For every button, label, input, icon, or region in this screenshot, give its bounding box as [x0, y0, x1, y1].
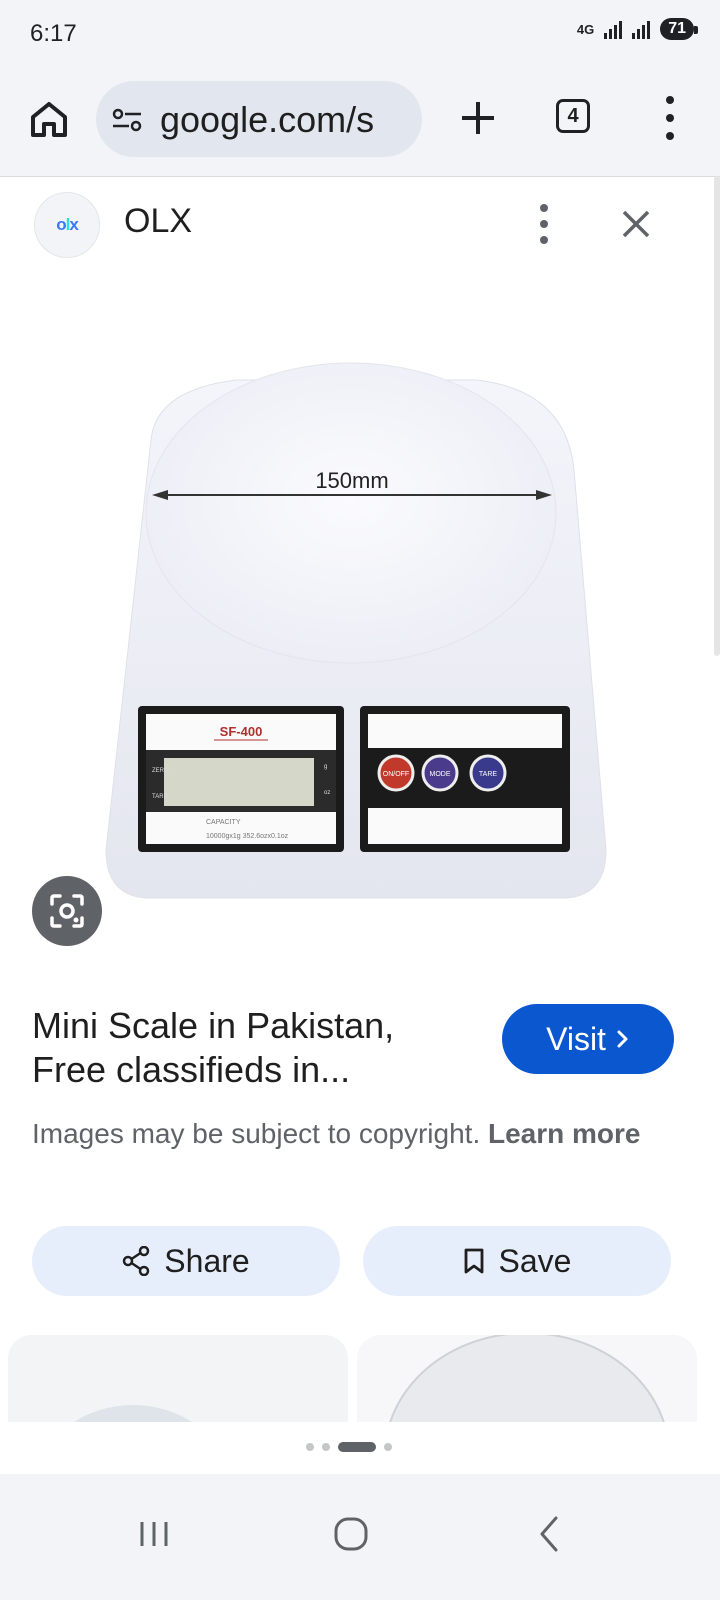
- home-icon: [31, 102, 67, 137]
- browser-menu-button[interactable]: [660, 94, 680, 142]
- capacity-value: 10000gx1g 352.6ozx0.1oz: [206, 833, 289, 840]
- pager-dot: [322, 1443, 330, 1451]
- status-time: 6:17: [30, 20, 77, 47]
- svg-text:TARE: TARE: [152, 794, 168, 800]
- svg-text:ZERO: ZERO: [152, 768, 169, 774]
- back-button[interactable]: [520, 1504, 580, 1564]
- close-button[interactable]: [616, 204, 656, 244]
- home-button[interactable]: [28, 98, 70, 140]
- source-more-button[interactable]: [536, 204, 552, 246]
- onoff-button-label: ON/OFF: [383, 771, 409, 778]
- back-icon: [540, 1516, 558, 1552]
- home-nav-button[interactable]: [320, 1504, 380, 1564]
- lens-icon: [50, 894, 84, 928]
- plus-icon: [462, 102, 494, 134]
- share-button[interactable]: Share: [32, 1226, 340, 1296]
- signal-1-icon: [604, 19, 623, 39]
- browser-toolbar: google.com/s 4: [0, 68, 720, 177]
- visit-button-label: Visit: [546, 1020, 606, 1057]
- product-image[interactable]: 150mm SF-400 ZERO TARE g oz CAPACITY 100…: [96, 330, 616, 920]
- recent-apps-button[interactable]: [124, 1504, 184, 1564]
- svg-text:g: g: [324, 764, 327, 770]
- svg-text:oz: oz: [324, 790, 330, 796]
- url-text[interactable]: google.com/s: [160, 99, 374, 141]
- system-nav-bar: [0, 1474, 720, 1600]
- visit-button[interactable]: Visit: [502, 1004, 674, 1074]
- signal-2-icon: [632, 19, 651, 39]
- tab-switcher-button[interactable]: 4: [556, 99, 590, 133]
- save-label: Save: [498, 1242, 572, 1279]
- status-icons: 4G 71: [576, 18, 698, 40]
- pager-dot: [306, 1443, 314, 1451]
- source-name[interactable]: OLX: [124, 202, 192, 241]
- share-label: Share: [164, 1242, 250, 1279]
- capacity-label: CAPACITY: [206, 819, 241, 826]
- scrollbar[interactable]: [714, 176, 720, 656]
- bookmark-icon: [464, 1248, 483, 1274]
- mode-button-label: MODE: [430, 771, 451, 778]
- model-label: SF-400: [220, 724, 263, 739]
- lens-search-button[interactable]: [32, 876, 102, 946]
- learn-more-link[interactable]: Learn more: [488, 1118, 641, 1149]
- pager-dot: [384, 1443, 392, 1451]
- result-title[interactable]: Mini Scale in Pakistan, Free classifieds…: [32, 1004, 472, 1092]
- recent-apps-icon: [140, 1522, 168, 1546]
- pager-dot-active: [338, 1442, 376, 1452]
- status-bar: 6:17 4G 71: [0, 0, 720, 68]
- share-icon: [123, 1246, 150, 1276]
- battery-icon: 71: [660, 18, 698, 40]
- address-bar[interactable]: google.com/s: [96, 81, 422, 157]
- close-icon: [622, 210, 650, 238]
- copyright-text: Images may be subject to copyright.: [32, 1118, 481, 1149]
- site-settings-icon[interactable]: [112, 107, 142, 133]
- image-pager: [0, 1422, 720, 1474]
- source-logo: olx: [34, 192, 100, 258]
- network-type-label: 4G: [576, 21, 595, 37]
- tare-button-label: TARE: [479, 771, 497, 778]
- home-circle-icon: [334, 1517, 368, 1551]
- chevron-right-icon: [617, 1030, 628, 1048]
- save-button[interactable]: Save: [363, 1226, 671, 1296]
- new-tab-button[interactable]: [458, 98, 498, 138]
- dimension-label: 150mm: [315, 468, 388, 493]
- copyright-note: Images may be subject to copyright. Lear…: [32, 1114, 642, 1154]
- pager-dots: [306, 1442, 392, 1452]
- olx-logo-icon: olx: [56, 215, 79, 234]
